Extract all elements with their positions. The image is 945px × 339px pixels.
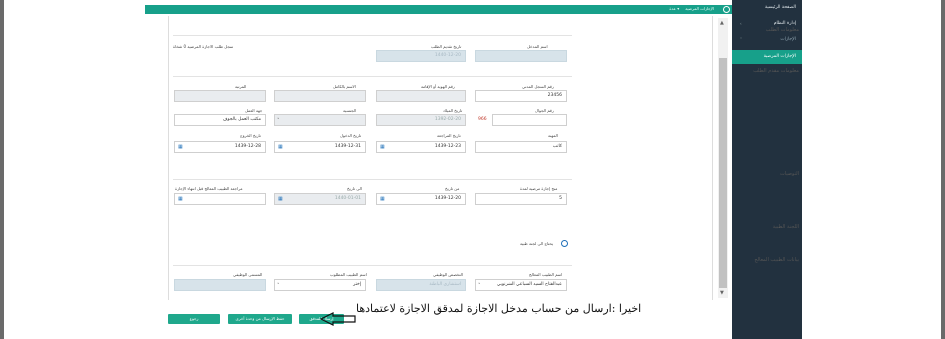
- calendar-icon[interactable]: ▦: [178, 144, 183, 151]
- calendar-icon[interactable]: ▦: [380, 196, 385, 203]
- calendar-icon: ▦: [278, 196, 283, 202]
- birthdate-field: 1392-02-20: [376, 114, 466, 126]
- chevron-down-icon: ˅: [478, 283, 481, 289]
- followup-label: مراجعة الطبيب المعالج قبل انتهاء الإجازة: [175, 186, 243, 191]
- window-frame-right: [941, 0, 945, 339]
- annotation-note: اخيرا :ارسال من حساب مدخل الاجازة لمدقق …: [356, 302, 642, 315]
- chevron-left-icon: ‹: [740, 21, 742, 26]
- committee-toggle[interactable]: [561, 240, 568, 247]
- identity-field: [376, 90, 466, 102]
- chevron-down-icon: ˅: [740, 37, 742, 42]
- sidebar: الصفحة الرئيسية إدارة النظام ‹ الإجازات …: [732, 0, 802, 339]
- calendar-icon[interactable]: ▦: [278, 144, 283, 151]
- doctor-role-label: اسم الطبيب المطلوب: [330, 272, 367, 277]
- work-field[interactable]: مكتب العمل بالجوف: [174, 114, 266, 126]
- sidebar-item-admin[interactable]: إدارة النظام: [774, 21, 796, 26]
- exit-date-field[interactable]: 1439-12-28 ▦: [174, 141, 266, 153]
- back-button[interactable]: رجوع: [168, 314, 220, 324]
- rank-field: [174, 90, 266, 102]
- title-label: المسمى الوظيفي: [233, 272, 263, 277]
- sidebar-item-sick-leaves[interactable]: الإجازات المرضية: [732, 50, 802, 64]
- chevron-down-icon: ˅: [277, 118, 280, 124]
- days-field[interactable]: 5: [475, 193, 567, 205]
- specialty-label: التخصص الوظيفي: [433, 272, 463, 277]
- days-label: منح إجازة مرضية لمدة: [520, 186, 558, 191]
- calendar-icon[interactable]: ▦: [178, 196, 183, 203]
- section-title-request: معلومات الطلب: [765, 27, 799, 33]
- job-field[interactable]: كاتب: [475, 141, 567, 153]
- request-date-label: تاريخ تقديم الطلب: [431, 44, 462, 49]
- mobile-label: رقم الجوال: [535, 108, 554, 113]
- to-date-field: 1440-01-01 ▦: [274, 193, 366, 205]
- section-title-doctor: بيانات الطبيب المعالج: [754, 257, 799, 263]
- record-label: سجل طلب الاجازة المرضية 0 شخاة: [173, 44, 234, 49]
- sidebar-item-label: الإجازات المرضية: [763, 54, 796, 59]
- doctor-name-label: اسم الطبيب المعالج: [529, 272, 563, 277]
- top-menu-item[interactable]: ▾ عدة: [669, 6, 679, 11]
- civil-id-field[interactable]: 23456: [475, 90, 567, 102]
- fullname-label: الاسم بالكامل: [333, 84, 356, 89]
- fullname-field: [274, 90, 366, 102]
- nationality-label: الجنسية: [343, 108, 357, 113]
- specialty-field: استشاري الباطنة: [376, 279, 466, 291]
- mobile-prefix: 966: [478, 117, 487, 122]
- title-field: [174, 279, 266, 291]
- civil-id-label: رقم السجل المدني: [522, 84, 554, 89]
- work-label: جهة العمل: [245, 108, 263, 113]
- top-menu-item[interactable]: الإجازات المرضية: [685, 6, 714, 11]
- study-date-label: تاريخ المراجعة: [437, 133, 461, 138]
- committee-checkbox-label: يحتاج الى لجنة طبية: [520, 241, 554, 246]
- arrow-icon: [320, 312, 356, 326]
- rank-label: المرتبة: [235, 84, 247, 89]
- from-date-label: من تاريخ: [445, 186, 460, 191]
- doctor-role-select[interactable]: إختر ˅: [274, 279, 366, 291]
- window-frame-left: [0, 0, 4, 339]
- section-title-recommendations: التوصيات: [780, 171, 799, 177]
- nationality-select: ˅: [274, 114, 366, 126]
- followup-date-field[interactable]: ▦: [174, 193, 266, 205]
- entry-field: [475, 50, 567, 62]
- entry-date-field[interactable]: 1439-12-31 ▦: [274, 141, 366, 153]
- scroll-up-icon[interactable]: ▲: [720, 20, 724, 26]
- section-title-applicant: معلومات مقدم الطلب: [753, 68, 799, 74]
- identity-label: رقم الهوية أو الإقامة: [421, 84, 455, 89]
- birthdate-label: تاريخ الميلاد: [443, 108, 463, 113]
- exit-date-label: تاريخ الخروج: [240, 133, 261, 138]
- divider: [173, 76, 572, 77]
- entry-label: اسم المدخل: [527, 44, 548, 49]
- from-date-field[interactable]: 1439-12-20 ▦: [376, 193, 466, 205]
- mobile-field[interactable]: [492, 114, 567, 126]
- scroll-thumb[interactable]: [719, 58, 727, 288]
- job-label: المهنة: [548, 133, 558, 138]
- request-date-field: 1440-12-20: [376, 50, 466, 62]
- doctor-name-select[interactable]: عبدالفتاح السيد السباعي الشرنوبي ˅: [475, 279, 567, 291]
- top-menu: الإجازات المرضية ▾ عدة: [669, 6, 714, 11]
- to-date-label: الى تاريخ: [347, 186, 362, 191]
- divider: [173, 35, 572, 36]
- chevron-down-icon: ˅: [277, 283, 280, 289]
- sidebar-item-leaves[interactable]: الإجازات: [780, 37, 796, 42]
- scrollbar[interactable]: ▲ ▼: [718, 18, 728, 298]
- divider: [173, 265, 572, 266]
- scroll-down-icon[interactable]: ▼: [720, 290, 724, 296]
- compass-icon[interactable]: [723, 6, 730, 13]
- top-bar: الإجازات المرضية ▾ عدة: [145, 5, 732, 14]
- divider: [173, 179, 572, 180]
- study-date-field[interactable]: 1439-12-23 ▦: [376, 141, 466, 153]
- send-alt-button[interactable]: حفظ الإرسال من وحدة أخرى: [228, 314, 292, 324]
- entry-date-label: تاريخ الدخول: [340, 133, 362, 138]
- sidebar-item-home[interactable]: الصفحة الرئيسية: [765, 5, 796, 10]
- section-title-medical-committee: اللجنة الطبية: [772, 224, 799, 230]
- calendar-icon[interactable]: ▦: [380, 144, 385, 151]
